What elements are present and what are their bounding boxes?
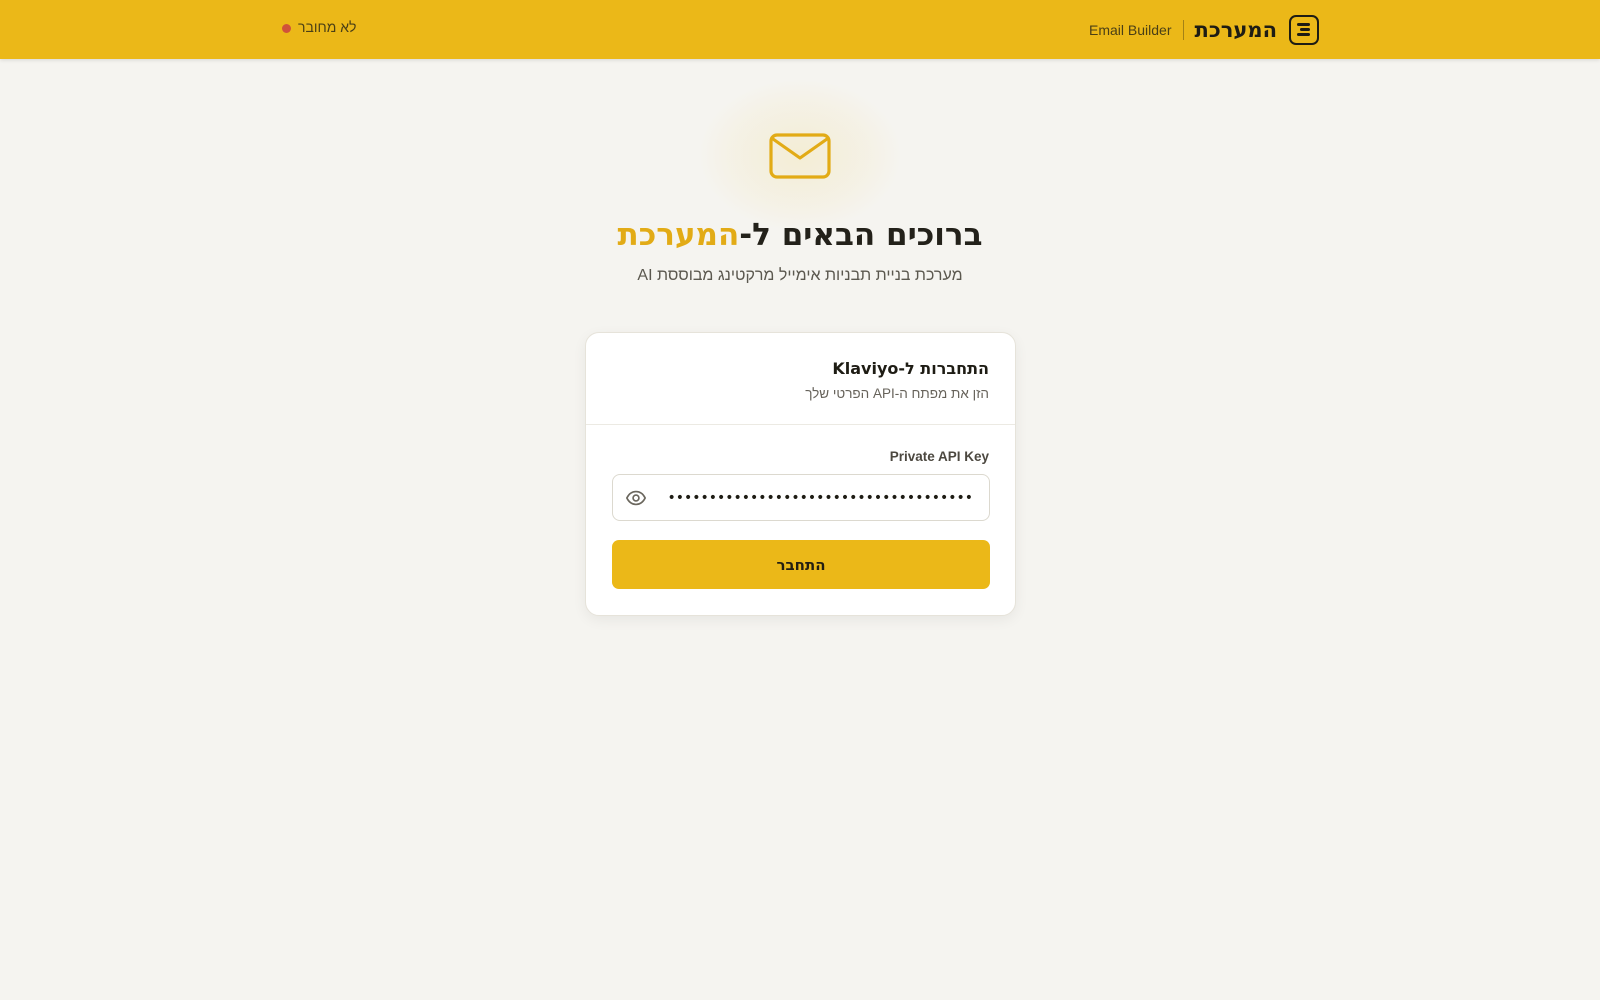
card-title: התחברות ל-Klaviyo [832,359,989,378]
connection-status-text: לא מחובר [298,19,357,35]
api-key-input[interactable] [655,475,975,520]
brand-divider [1182,20,1184,40]
api-key-field [612,474,990,521]
connect-button[interactable]: התחבר [612,540,990,589]
brand-name: המערכת [1194,18,1278,42]
envelope-icon [769,133,831,179]
welcome-title-accent: המערכת [617,217,740,253]
card-description: הזן את מפתח ה-API הפרטי שלך [805,386,989,401]
connection-status: לא מחובר [282,19,356,35]
brand[interactable]: המערכת Email Builder [1089,14,1319,46]
card-body: Private API Key התחבר [586,425,1015,589]
eye-icon[interactable] [625,487,647,509]
brand-subtitle: Email Builder [1089,22,1172,38]
welcome-subtitle: מערכת בניית תבניות אימייל מרקטינג מבוססת… [637,267,963,284]
status-dot-icon [282,24,291,33]
document-icon [1289,15,1319,45]
top-bar: המערכת Email Builder לא מחובר [0,0,1600,59]
login-card: התחברות ל-Klaviyo הזן את מפתח ה-API הפרט… [585,332,1016,616]
api-key-label: Private API Key [889,449,989,464]
card-header: התחברות ל-Klaviyo הזן את מפתח ה-API הפרט… [586,333,1015,425]
welcome-title: ברוכים הבאים ל-המערכת [400,214,1200,256]
welcome-title-prefix: ברוכים הבאים ל- [739,217,983,253]
